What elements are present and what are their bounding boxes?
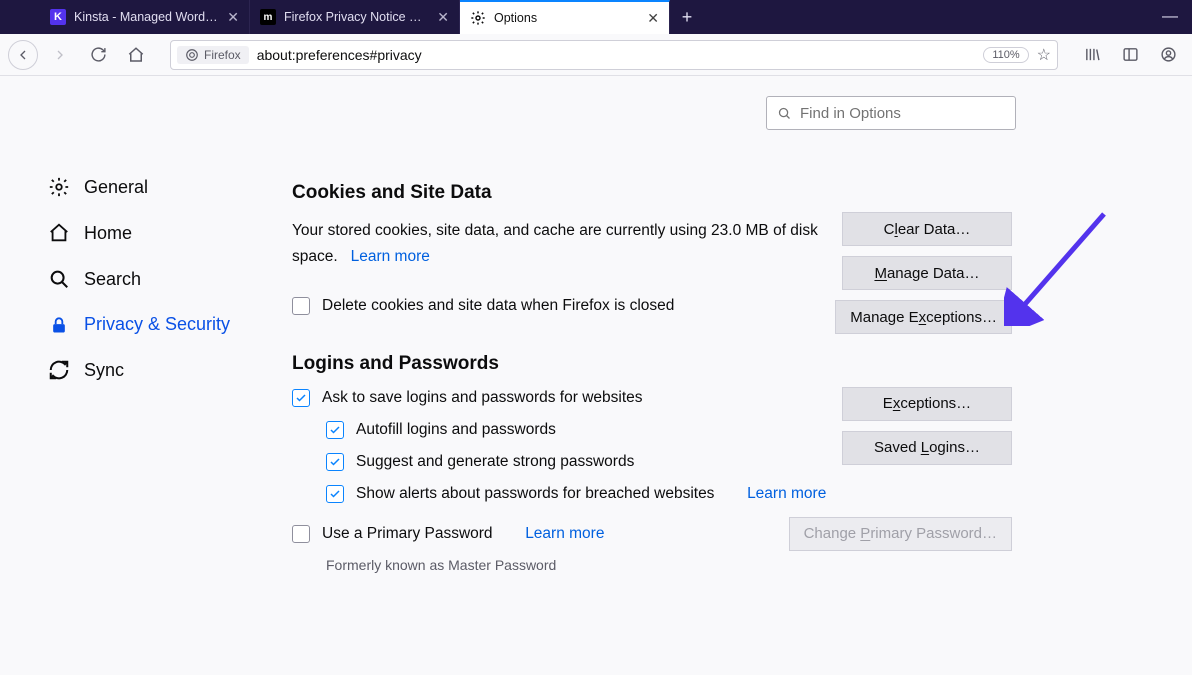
nav-toolbar: Firefox about:preferences#privacy 110% ☆ bbox=[0, 34, 1192, 76]
favicon-mozilla: m bbox=[260, 9, 276, 25]
primary-password-row[interactable]: Use a Primary Password Learn more Change… bbox=[292, 525, 1012, 543]
sidebar-item-label: Privacy & Security bbox=[84, 314, 230, 335]
preferences-main: Cookies and Site Data Your stored cookie… bbox=[260, 76, 1192, 675]
bookmark-star-icon[interactable]: ☆ bbox=[1037, 45, 1051, 65]
zoom-level[interactable]: 110% bbox=[983, 47, 1028, 63]
search-icon bbox=[48, 268, 70, 290]
gear-icon bbox=[470, 10, 486, 26]
sidebar-item-label: Sync bbox=[84, 360, 124, 381]
saved-logins-button[interactable]: Saved Logins… bbox=[842, 431, 1012, 465]
url-text: about:preferences#privacy bbox=[257, 47, 976, 63]
manage-data-button[interactable]: Manage Data… bbox=[842, 256, 1012, 290]
home-icon bbox=[48, 222, 70, 244]
preferences-sidebar: General Home Search Privacy & Security S… bbox=[0, 76, 260, 675]
sidebar-item-label: Home bbox=[84, 223, 132, 244]
change-primary-password-button[interactable]: Change Primary Password… bbox=[789, 517, 1012, 551]
sidebar-item-privacy[interactable]: Privacy & Security bbox=[44, 302, 260, 347]
new-tab-button[interactable]: + bbox=[670, 0, 704, 34]
tab-options[interactable]: Options ✕ bbox=[460, 0, 670, 34]
learn-more-link[interactable]: Learn more bbox=[747, 485, 826, 503]
sidebar-item-label: General bbox=[84, 177, 148, 198]
account-icon[interactable] bbox=[1152, 39, 1184, 71]
favicon-kinsta: K bbox=[50, 9, 66, 25]
alerts-row[interactable]: Show alerts about passwords for breached… bbox=[326, 485, 1012, 503]
checkbox-icon[interactable] bbox=[292, 389, 310, 407]
checkbox-label: Show alerts about passwords for breached… bbox=[356, 485, 714, 503]
checkbox-label: Delete cookies and site data when Firefo… bbox=[322, 297, 674, 315]
identity-label: Firefox bbox=[204, 48, 241, 62]
title-bar: K Kinsta - Managed WordPress H ✕ m Firef… bbox=[0, 0, 1192, 34]
section-title: Logins and Passwords bbox=[292, 353, 1012, 375]
identity-box[interactable]: Firefox bbox=[177, 46, 249, 64]
section-title: Cookies and Site Data bbox=[292, 182, 1012, 204]
sidebar-item-label: Search bbox=[84, 269, 141, 290]
manage-exceptions-button[interactable]: Manage Exceptions… bbox=[835, 300, 1012, 334]
checkbox-icon[interactable] bbox=[326, 421, 344, 439]
logins-section: Logins and Passwords Exceptions… Saved L… bbox=[292, 353, 1012, 573]
sidebar-item-home[interactable]: Home bbox=[44, 210, 260, 256]
tab-label: Options bbox=[494, 11, 639, 25]
clear-data-button[interactable]: Clear Data… bbox=[842, 212, 1012, 246]
close-icon[interactable]: ✕ bbox=[647, 10, 659, 27]
checkbox-label: Suggest and generate strong passwords bbox=[356, 453, 634, 471]
learn-more-link[interactable]: Learn more bbox=[351, 248, 430, 265]
reload-button[interactable] bbox=[82, 39, 114, 71]
window-controls: — bbox=[1162, 0, 1192, 34]
lock-icon bbox=[48, 315, 70, 335]
cookies-description: Your stored cookies, site data, and cach… bbox=[292, 218, 832, 271]
cookies-section: Cookies and Site Data Your stored cookie… bbox=[292, 182, 1012, 315]
checkbox-label: Autofill logins and passwords bbox=[356, 421, 556, 439]
checkbox-label: Use a Primary Password bbox=[322, 525, 493, 543]
tab-label: Kinsta - Managed WordPress H bbox=[74, 10, 219, 24]
back-button[interactable] bbox=[8, 40, 38, 70]
exceptions-button[interactable]: Exceptions… bbox=[842, 387, 1012, 421]
forward-button[interactable] bbox=[44, 39, 76, 71]
library-icon[interactable] bbox=[1076, 39, 1108, 71]
sidebar-icon[interactable] bbox=[1114, 39, 1146, 71]
learn-more-link[interactable]: Learn more bbox=[525, 525, 604, 543]
close-icon[interactable]: ✕ bbox=[437, 9, 449, 26]
sidebar-item-search[interactable]: Search bbox=[44, 256, 260, 302]
home-button[interactable] bbox=[120, 39, 152, 71]
close-icon[interactable]: ✕ bbox=[227, 9, 239, 26]
checkbox-label: Ask to save logins and passwords for web… bbox=[322, 389, 643, 407]
sync-icon bbox=[48, 359, 70, 381]
url-bar[interactable]: Firefox about:preferences#privacy 110% ☆ bbox=[170, 40, 1058, 70]
search-placeholder: Find in Options bbox=[800, 105, 901, 122]
tab-label: Firefox Privacy Notice — Mozil bbox=[284, 10, 429, 24]
sidebar-item-general[interactable]: General bbox=[44, 164, 260, 210]
find-in-options[interactable]: Find in Options bbox=[766, 96, 1016, 130]
tab-kinsta[interactable]: K Kinsta - Managed WordPress H ✕ bbox=[40, 0, 250, 34]
checkbox-icon[interactable] bbox=[326, 485, 344, 503]
checkbox-icon[interactable] bbox=[292, 525, 310, 543]
minimize-icon[interactable]: — bbox=[1162, 8, 1178, 26]
gear-icon bbox=[48, 176, 70, 198]
checkbox-icon[interactable] bbox=[292, 297, 310, 315]
tab-privacy-notice[interactable]: m Firefox Privacy Notice — Mozil ✕ bbox=[250, 0, 460, 34]
sidebar-item-sync[interactable]: Sync bbox=[44, 347, 260, 393]
formerly-note: Formerly known as Master Password bbox=[326, 557, 1012, 573]
preferences-content: Find in Options General Home Search bbox=[0, 76, 1192, 675]
checkbox-icon[interactable] bbox=[326, 453, 344, 471]
